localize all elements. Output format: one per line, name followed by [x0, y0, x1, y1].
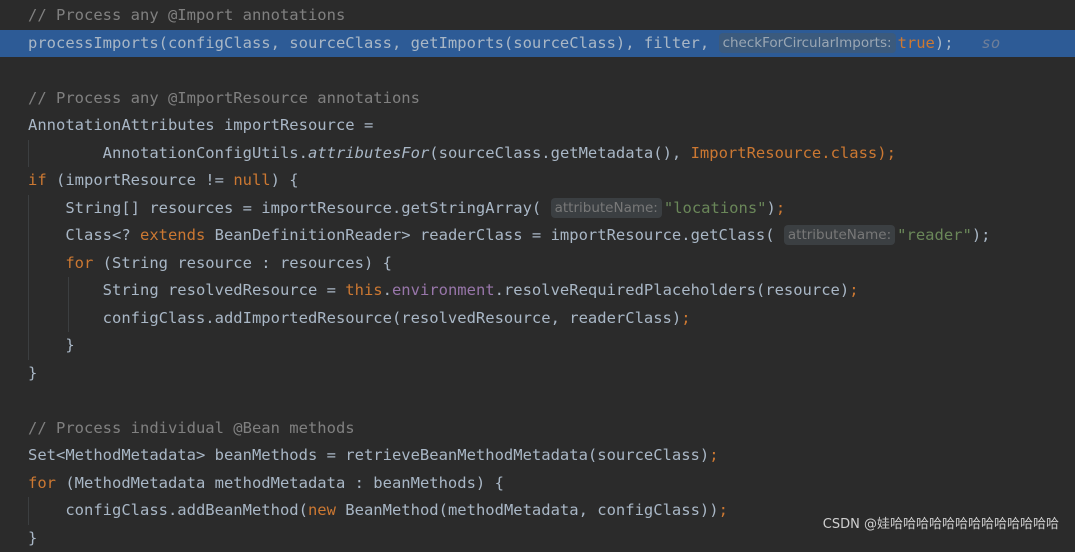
code-token: } [28, 336, 75, 354]
code-token: for [28, 474, 56, 492]
code-token: .resolveRequiredPlaceholders(resource) [495, 281, 850, 299]
code-token: processImports(configClass, sourceClass,… [28, 34, 719, 52]
code-line[interactable]: if (importResource != null) { [0, 167, 1075, 195]
code-token: ; [681, 309, 690, 327]
code-line[interactable] [0, 387, 1075, 415]
indent-guide [28, 250, 29, 278]
code-token: (MethodMetadata methodMetadata : beanMet… [56, 474, 504, 492]
code-token: // Process any @Import annotations [28, 6, 345, 24]
code-line[interactable]: for (String resource : resources) { [0, 250, 1075, 278]
code-token: ; [849, 281, 858, 299]
code-line[interactable] [0, 57, 1075, 85]
code-token: true [898, 34, 935, 52]
code-token: ; [709, 446, 718, 464]
indent-guide [28, 305, 29, 333]
code-token: ) { [271, 171, 299, 189]
parameter-hint: attributeName: [784, 225, 895, 245]
code-token: null [233, 171, 270, 189]
code-token: ) [767, 199, 776, 217]
parameter-hint: attributeName: [551, 198, 662, 218]
code-token: } [28, 364, 37, 382]
code-line[interactable]: // Process any @Import annotations [0, 2, 1075, 30]
code-token: if [28, 171, 47, 189]
code-token: ); [972, 226, 991, 244]
code-line[interactable]: configClass.addImportedResource(resolved… [0, 305, 1075, 333]
code-line[interactable]: String resolvedResource = this.environme… [0, 277, 1075, 305]
code-token: AnnotationConfigUtils. [28, 144, 308, 162]
indent-guide [28, 332, 29, 360]
code-token [28, 254, 65, 272]
code-token: (String resource : resources) { [93, 254, 392, 272]
indent-guide [28, 195, 29, 223]
code-line[interactable]: AnnotationConfigUtils.attributesFor(sour… [0, 140, 1075, 168]
indent-guide [28, 140, 29, 168]
code-token: Set<MethodMetadata> beanMethods = retrie… [28, 446, 709, 464]
code-token: "locations" [664, 199, 767, 217]
code-token: ); [935, 34, 954, 52]
code-token: new [308, 501, 336, 519]
code-line[interactable]: // Process individual @Bean methods [0, 415, 1075, 443]
code-token: ); [877, 144, 896, 162]
code-token: for [65, 254, 93, 272]
code-token: BeanDefinitionReader> readerClass = impo… [205, 226, 784, 244]
code-token: // Process individual @Bean methods [28, 419, 355, 437]
code-line[interactable]: // Process any @ImportResource annotatio… [0, 85, 1075, 113]
code-token: ; [776, 199, 785, 217]
code-token: class [831, 144, 878, 162]
code-line[interactable]: Class<? extends BeanDefinitionReader> re… [0, 222, 1075, 250]
indent-guide [68, 305, 69, 333]
code-line[interactable]: String[] resources = importResource.getS… [0, 195, 1075, 223]
code-token: String[] resources = importResource.getS… [28, 199, 551, 217]
code-token: environment [392, 281, 495, 299]
indent-guide [28, 277, 29, 305]
code-token: configClass.addBeanMethod( [28, 501, 308, 519]
code-line[interactable]: } [0, 332, 1075, 360]
code-token: extends [140, 226, 205, 244]
code-token: "reader" [897, 226, 972, 244]
code-line[interactable]: AnnotationAttributes importResource = [0, 112, 1075, 140]
code-line[interactable]: } [0, 360, 1075, 388]
code-token: so [954, 34, 1001, 52]
code-line[interactable]: Set<MethodMetadata> beanMethods = retrie… [0, 442, 1075, 470]
code-token: Class<? [28, 226, 140, 244]
code-token: } [28, 529, 37, 547]
code-token: this [345, 281, 382, 299]
code-token: AnnotationAttributes importResource = [28, 116, 373, 134]
indent-guide [28, 497, 29, 525]
indent-guide [28, 222, 29, 250]
indent-guide [68, 277, 69, 305]
code-token: String resolvedResource = [28, 281, 345, 299]
code-line[interactable]: for (MethodMetadata methodMetadata : bea… [0, 470, 1075, 498]
code-token: configClass.addImportedResource(resolved… [28, 309, 681, 327]
code-token: (sourceClass.getMetadata(), [429, 144, 690, 162]
code-token: ; [719, 501, 728, 519]
code-line-current[interactable]: processImports(configClass, sourceClass,… [0, 30, 1075, 58]
code-token: // Process any @ImportResource annotatio… [28, 89, 420, 107]
code-token: BeanMethod(methodMetadata, configClass)) [336, 501, 719, 519]
code-token: (importResource != [47, 171, 234, 189]
code-token: attributesFor [308, 144, 429, 162]
code-editor[interactable]: // Process any @Import annotations proces… [0, 0, 1075, 542]
watermark: CSDN @娃哈哈哈哈哈哈哈哈哈哈哈哈哈 [823, 513, 1059, 532]
code-token: ImportResource. [691, 144, 831, 162]
code-token: . [383, 281, 392, 299]
parameter-hint: checkForCircularImports: [719, 33, 896, 53]
